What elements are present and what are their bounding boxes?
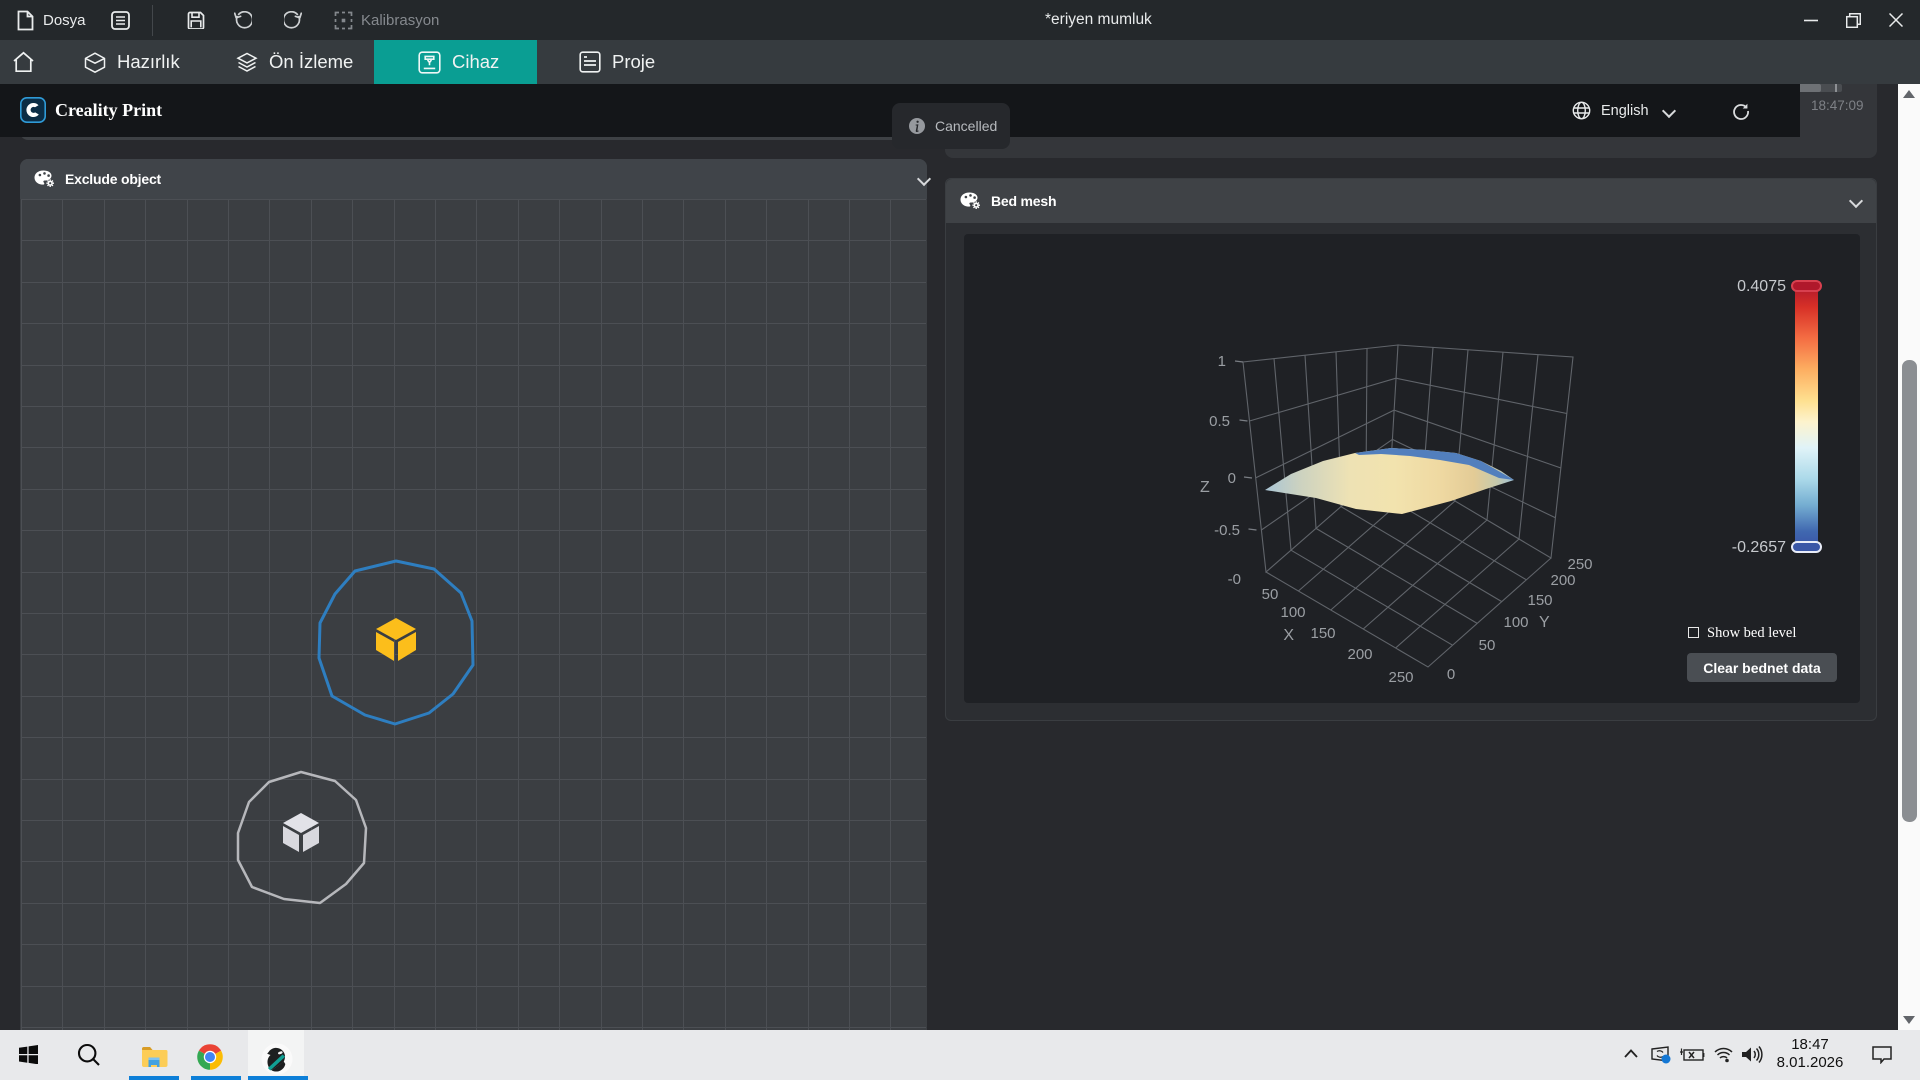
svg-text:50: 50 bbox=[1262, 586, 1279, 603]
svg-text:-0.2657: -0.2657 bbox=[1732, 539, 1786, 556]
svg-text:200: 200 bbox=[1550, 572, 1575, 589]
svg-text:0: 0 bbox=[1447, 666, 1455, 683]
svg-text:150: 150 bbox=[1310, 625, 1335, 642]
svg-text:-0.5: -0.5 bbox=[1214, 522, 1240, 539]
svg-text:-0: -0 bbox=[1228, 571, 1241, 588]
svg-text:250: 250 bbox=[1388, 669, 1413, 686]
svg-text:100: 100 bbox=[1280, 604, 1305, 621]
svg-text:250: 250 bbox=[1567, 556, 1592, 573]
svg-text:150: 150 bbox=[1527, 592, 1552, 609]
svg-text:100: 100 bbox=[1503, 614, 1528, 631]
svg-text:1: 1 bbox=[1218, 353, 1226, 370]
svg-text:50: 50 bbox=[1479, 637, 1496, 654]
svg-text:Y: Y bbox=[1539, 614, 1550, 631]
svg-text:0.5: 0.5 bbox=[1209, 413, 1230, 430]
svg-text:0: 0 bbox=[1228, 470, 1236, 487]
svg-text:X: X bbox=[1283, 627, 1294, 644]
svg-text:200: 200 bbox=[1347, 646, 1372, 663]
svg-text:Z: Z bbox=[1200, 479, 1210, 496]
svg-text:0.4075: 0.4075 bbox=[1737, 278, 1786, 295]
